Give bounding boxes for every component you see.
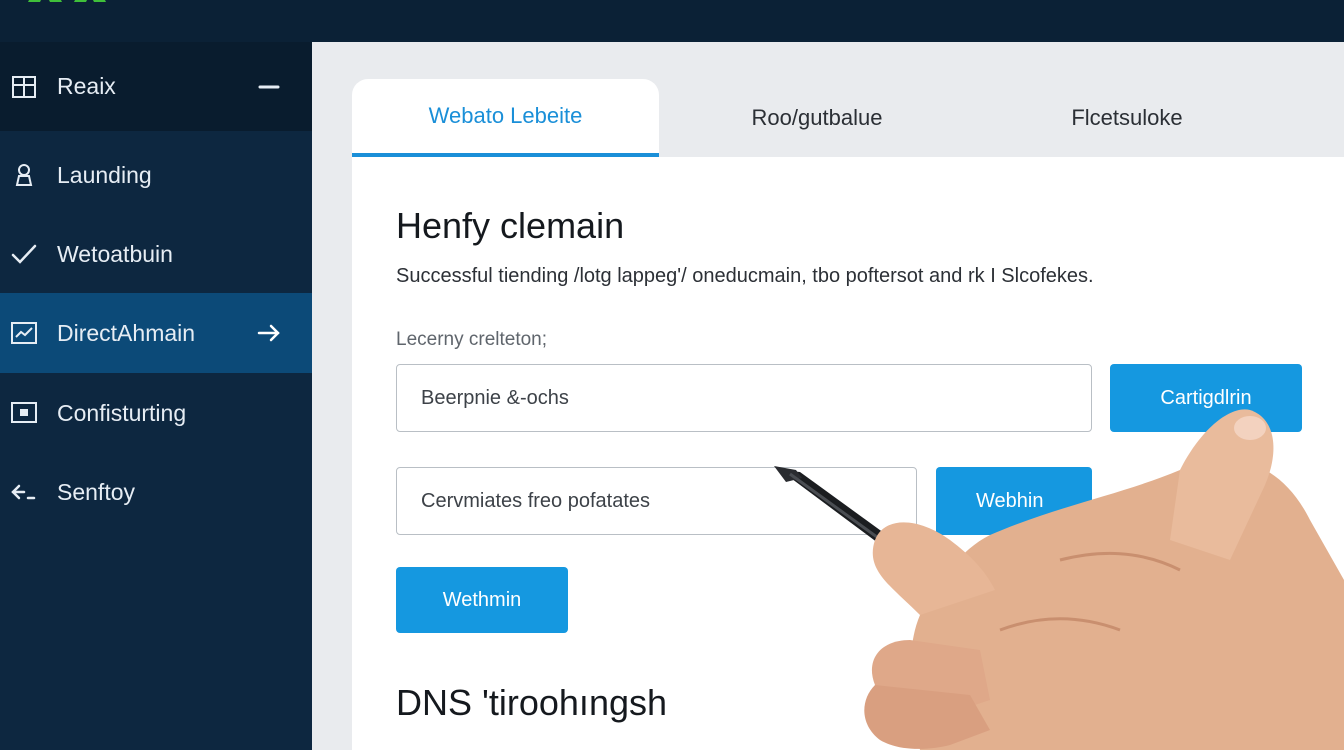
sidebar-item-label: Launding bbox=[57, 161, 152, 188]
sidebar: Reaix Launding Wetoatbuin DirectAhmain C… bbox=[0, 42, 312, 750]
sidebar-item-label: Wetoatbuin bbox=[57, 240, 173, 267]
field-label: Lecerny crelteton; bbox=[396, 329, 548, 350]
page-title: Henfy clemain bbox=[396, 205, 625, 246]
sidebar-item-label: Reaix bbox=[57, 73, 116, 99]
sidebar-item-reaix[interactable]: Reaix bbox=[0, 42, 312, 131]
sidebar-item-launding[interactable]: Launding bbox=[0, 135, 312, 215]
logo-icon bbox=[28, 0, 106, 2]
sidebar-item-directahmain[interactable]: DirectAhmain bbox=[0, 293, 312, 373]
tab-roo-gutbalue[interactable]: Roo/gutbalue bbox=[672, 79, 962, 157]
user-icon bbox=[10, 161, 38, 189]
tab-webato-lebeite[interactable]: Webato Lebeite bbox=[352, 79, 659, 157]
sidebar-item-label: DirectAhmain bbox=[57, 319, 196, 346]
hand-with-stylus-image bbox=[774, 409, 1344, 750]
building-icon bbox=[10, 73, 38, 101]
sidebar-item-wetoatbuin[interactable]: Wetoatbuin bbox=[0, 214, 312, 294]
chart-icon bbox=[10, 319, 38, 347]
sidebar-item-senftoy[interactable]: Senftoy bbox=[0, 452, 312, 532]
primary-action-button[interactable]: Wethmin bbox=[396, 567, 568, 633]
back-arrow-icon bbox=[10, 478, 38, 506]
sidebar-item-label: Confisturting bbox=[57, 399, 187, 426]
monitor-icon bbox=[10, 399, 38, 427]
section-title: DNS 'tiroohıngsh bbox=[396, 682, 668, 723]
page-description: Successful tiending /lotg lappeg'/ onedu… bbox=[396, 265, 1094, 287]
checkmark-icon bbox=[10, 240, 38, 268]
collapse-icon[interactable] bbox=[256, 74, 282, 100]
top-bar bbox=[0, 0, 1344, 42]
arrow-right-icon bbox=[256, 320, 282, 346]
sidebar-item-label: Senftoy bbox=[57, 478, 135, 505]
tab-flcetsuloke[interactable]: Flcetsuloke bbox=[972, 79, 1282, 157]
sidebar-item-confisturting[interactable]: Confisturting bbox=[0, 373, 312, 453]
